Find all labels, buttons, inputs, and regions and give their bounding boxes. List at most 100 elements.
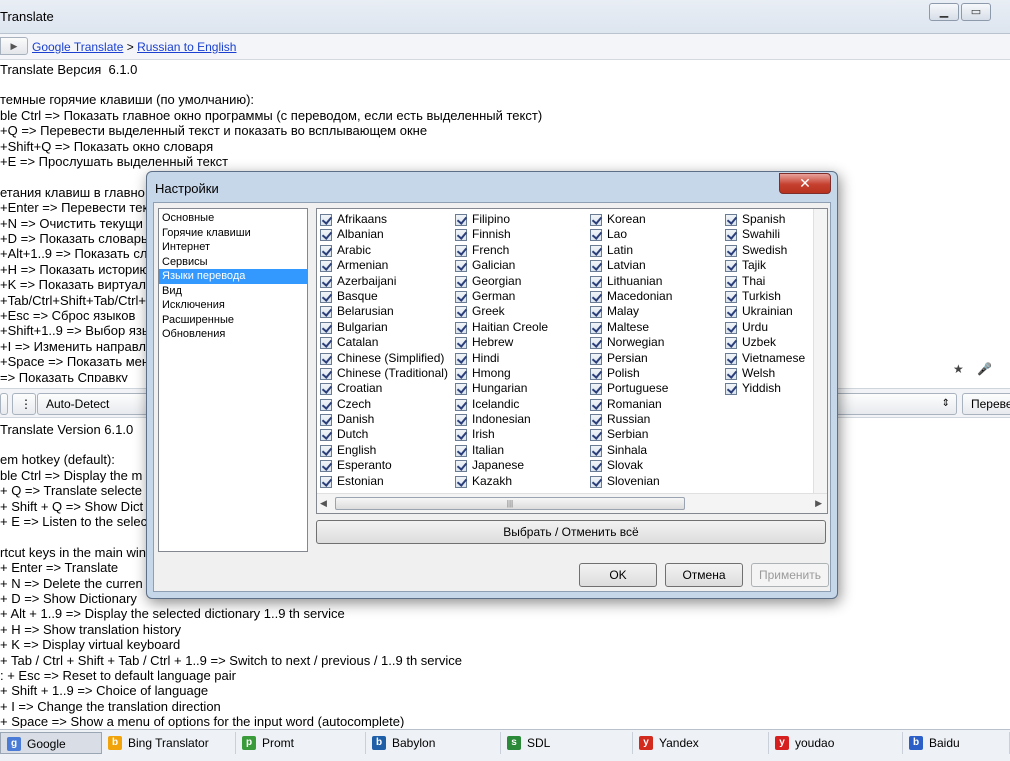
checkbox-checked[interactable]	[455, 275, 467, 288]
language-option[interactable]: Serbian	[590, 427, 672, 442]
checkbox-checked[interactable]	[455, 460, 467, 473]
language-option[interactable]: Maltese	[590, 320, 672, 335]
checkbox-checked[interactable]	[455, 398, 467, 411]
checkbox-checked[interactable]	[455, 414, 467, 427]
language-option[interactable]: Belarusian	[320, 304, 448, 319]
checkbox-checked[interactable]	[590, 475, 602, 488]
language-option[interactable]: Slovak	[590, 458, 672, 473]
language-option[interactable]: Esperanto	[320, 458, 448, 473]
checkbox-checked[interactable]	[320, 214, 332, 226]
language-option[interactable]: Czech	[320, 397, 448, 412]
translate-button[interactable]: Переве	[962, 393, 1010, 415]
language-option[interactable]: French	[455, 243, 548, 258]
language-option[interactable]: Armenian	[320, 258, 448, 273]
language-option[interactable]: Latvian	[590, 258, 672, 273]
language-option[interactable]: Dutch	[320, 427, 448, 442]
language-option[interactable]: Chinese (Traditional)	[320, 366, 448, 381]
tab-sdl[interactable]: s SDL	[501, 732, 633, 754]
language-option[interactable]: Turkish	[725, 289, 805, 304]
maximize-button[interactable]: ▭	[961, 3, 991, 21]
language-option[interactable]: Sinhala	[590, 443, 672, 458]
apply-button[interactable]: Применить	[751, 563, 829, 587]
checkbox-checked[interactable]	[725, 244, 737, 257]
checkbox-checked[interactable]	[455, 337, 467, 350]
checkbox-checked[interactable]	[320, 460, 332, 473]
checkbox-checked[interactable]	[320, 414, 332, 427]
more-menu-icon[interactable]: ⋮	[12, 393, 36, 415]
checkbox-checked[interactable]	[455, 214, 467, 226]
star-icon[interactable]: ★	[953, 362, 964, 376]
scroll-left-icon[interactable]: ◀	[320, 498, 327, 509]
checkbox-checked[interactable]	[590, 414, 602, 427]
category-list[interactable]: Основные Горячие клавиши Интернет Сервисы Яз…	[158, 208, 308, 552]
language-option[interactable]: Danish	[320, 412, 448, 427]
category-item[interactable]: Горячие клавиши	[159, 226, 307, 241]
checkbox-checked[interactable]	[455, 229, 467, 242]
language-list[interactable]: Afrikaans Albanian Arabic Armenian Azerbaija…	[316, 208, 828, 514]
breadcrumb-google-translate[interactable]: Google Translate	[32, 40, 123, 54]
language-option[interactable]: Kazakh	[455, 474, 548, 489]
microphone-icon[interactable]: 🎤	[977, 362, 992, 376]
language-option[interactable]: Indonesian	[455, 412, 548, 427]
checkbox-checked[interactable]	[455, 244, 467, 257]
language-option[interactable]: Macedonian	[590, 289, 672, 304]
checkbox-checked[interactable]	[455, 306, 467, 319]
cancel-button[interactable]: Отмена	[665, 563, 743, 587]
language-option[interactable]: Albanian	[320, 227, 448, 242]
language-option[interactable]: Croatian	[320, 381, 448, 396]
language-option[interactable]: Italian	[455, 443, 548, 458]
language-option[interactable]: Swahili	[725, 227, 805, 242]
checkbox-checked[interactable]	[590, 429, 602, 442]
language-option[interactable]: Polish	[590, 366, 672, 381]
checkbox-checked[interactable]	[320, 229, 332, 242]
checkbox-checked[interactable]	[320, 367, 332, 380]
select-all-button[interactable]: Выбрать / Отменить всё	[316, 520, 826, 544]
checkbox-checked[interactable]	[455, 475, 467, 488]
checkbox-checked[interactable]	[725, 275, 737, 288]
tab-babylon[interactable]: b Babylon	[366, 732, 501, 754]
language-option[interactable]: Japanese	[455, 458, 548, 473]
language-option[interactable]: Lao	[590, 227, 672, 242]
checkbox-checked[interactable]	[725, 260, 737, 273]
language-option[interactable]: Malay	[590, 304, 672, 319]
checkbox-checked[interactable]	[455, 260, 467, 273]
checkbox-checked[interactable]	[590, 214, 602, 226]
checkbox-checked[interactable]	[590, 337, 602, 350]
checkbox-checked[interactable]	[725, 383, 737, 396]
tab-bing-translator[interactable]: b Bing Translator	[102, 732, 236, 754]
breadcrumb-language-pair[interactable]: Russian to English	[137, 40, 236, 54]
language-option[interactable]: Icelandic	[455, 397, 548, 412]
language-option[interactable]: Ukrainian	[725, 304, 805, 319]
language-option[interactable]: English	[320, 443, 448, 458]
language-option[interactable]: Swedish	[725, 243, 805, 258]
language-option[interactable]: Finnish	[455, 227, 548, 242]
language-option[interactable]: Catalan	[320, 335, 448, 350]
checkbox-checked[interactable]	[725, 290, 737, 303]
left-edge-button[interactable]	[0, 393, 8, 415]
checkbox-checked[interactable]	[590, 321, 602, 334]
language-option[interactable]: Yiddish	[725, 381, 805, 396]
checkbox-checked[interactable]	[590, 367, 602, 380]
checkbox-checked[interactable]	[320, 398, 332, 411]
checkbox-checked[interactable]	[455, 444, 467, 457]
checkbox-checked[interactable]	[320, 244, 332, 257]
language-option[interactable]: Hindi	[455, 351, 548, 366]
checkbox-checked[interactable]	[725, 352, 737, 365]
checkbox-checked[interactable]	[320, 429, 332, 442]
checkbox-checked[interactable]	[320, 352, 332, 365]
checkbox-checked[interactable]	[320, 383, 332, 396]
tab-yandex[interactable]: y Yandex	[633, 732, 769, 754]
checkbox-checked[interactable]	[590, 229, 602, 242]
language-option[interactable]: Filipino	[455, 212, 548, 227]
tab-promt[interactable]: p Promt	[236, 732, 366, 754]
checkbox-checked[interactable]	[725, 367, 737, 380]
language-option[interactable]: Hebrew	[455, 335, 548, 350]
category-item[interactable]: Основные	[159, 211, 307, 226]
vertical-scrollbar[interactable]	[813, 209, 827, 493]
checkbox-checked[interactable]	[455, 429, 467, 442]
checkbox-checked[interactable]	[320, 444, 332, 457]
checkbox-checked[interactable]	[590, 260, 602, 273]
checkbox-checked[interactable]	[320, 475, 332, 488]
language-option[interactable]: Lithuanian	[590, 274, 672, 289]
minimize-button[interactable]: ▁	[929, 3, 959, 21]
